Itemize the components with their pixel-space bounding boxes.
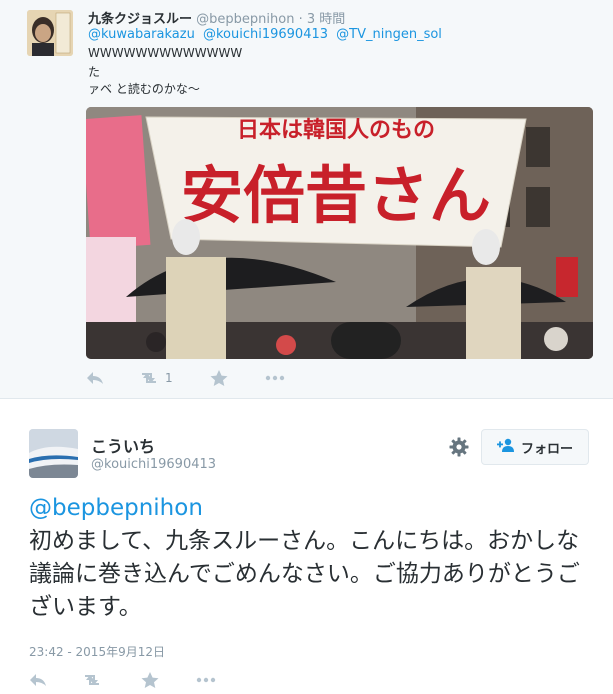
retweet-icon[interactable] bbox=[81, 672, 103, 688]
mention-link[interactable]: @kuwabarakazu bbox=[88, 27, 195, 42]
retweet-count[interactable]: 1 bbox=[165, 371, 173, 385]
parent-mentions: @kuwabarakazu @kouichi19690413 @TV_ninge… bbox=[88, 27, 446, 42]
separator-dot: · bbox=[298, 12, 303, 27]
parent-timestamp[interactable]: 3 時間 bbox=[307, 12, 345, 27]
tweet-photo[interactable]: 日本は韓国人のもの 安倍昔さん bbox=[86, 107, 593, 359]
parent-tweet[interactable]: 九条クジョスルー @bepbepnihon · 3 時間 @kuwabaraka… bbox=[0, 0, 613, 399]
parent-text-line: WWWWWWWWWWWWW bbox=[88, 46, 243, 60]
parent-text-line: た bbox=[88, 65, 101, 79]
reply-icon[interactable] bbox=[86, 370, 104, 386]
retweet-icon[interactable] bbox=[138, 370, 160, 386]
sign-main-text: 安倍昔さん bbox=[181, 159, 491, 232]
parent-text-line: ァベ と読むのかな〜 bbox=[88, 82, 200, 96]
parent-avatar[interactable] bbox=[27, 10, 73, 56]
more-icon[interactable] bbox=[264, 372, 286, 384]
gear-icon[interactable] bbox=[449, 437, 469, 457]
favorite-icon[interactable] bbox=[141, 672, 159, 688]
parent-tweet-header: 九条クジョスルー @bepbepnihon · 3 時間 bbox=[88, 8, 345, 27]
main-avatar[interactable] bbox=[29, 429, 78, 478]
reply-icon[interactable] bbox=[29, 672, 47, 688]
follow-button[interactable]: フォロー bbox=[481, 429, 589, 465]
main-handle[interactable]: @kouichi19690413 bbox=[91, 457, 216, 472]
mention-link[interactable]: @kouichi19690413 bbox=[203, 27, 328, 42]
mention-link[interactable]: @bepbepnihon bbox=[29, 492, 589, 525]
tweet-body: 初めまして、九条スルーさん。こんにちは。おかしな議論に巻き込んでごめんなさい。ご… bbox=[29, 528, 580, 620]
main-tweet-text: @bepbepnihon 初めまして、九条スルーさん。こんにちは。おかしな議論に… bbox=[29, 492, 589, 624]
favorite-icon[interactable] bbox=[210, 370, 228, 386]
parent-display-name[interactable]: 九条クジョスルー bbox=[88, 12, 192, 27]
sign-header-text: 日本は韓国人のもの bbox=[237, 117, 435, 143]
more-icon[interactable] bbox=[195, 674, 217, 686]
main-display-name[interactable]: こういち bbox=[91, 433, 155, 457]
follow-icon bbox=[496, 438, 515, 456]
follow-label: フォロー bbox=[520, 441, 573, 457]
parent-handle[interactable]: @bepbepnihon bbox=[196, 12, 294, 27]
mention-link[interactable]: @TV_ningen_sol bbox=[336, 27, 442, 42]
main-timestamp[interactable]: 23:42 - 2015年9月12日 bbox=[29, 643, 165, 660]
